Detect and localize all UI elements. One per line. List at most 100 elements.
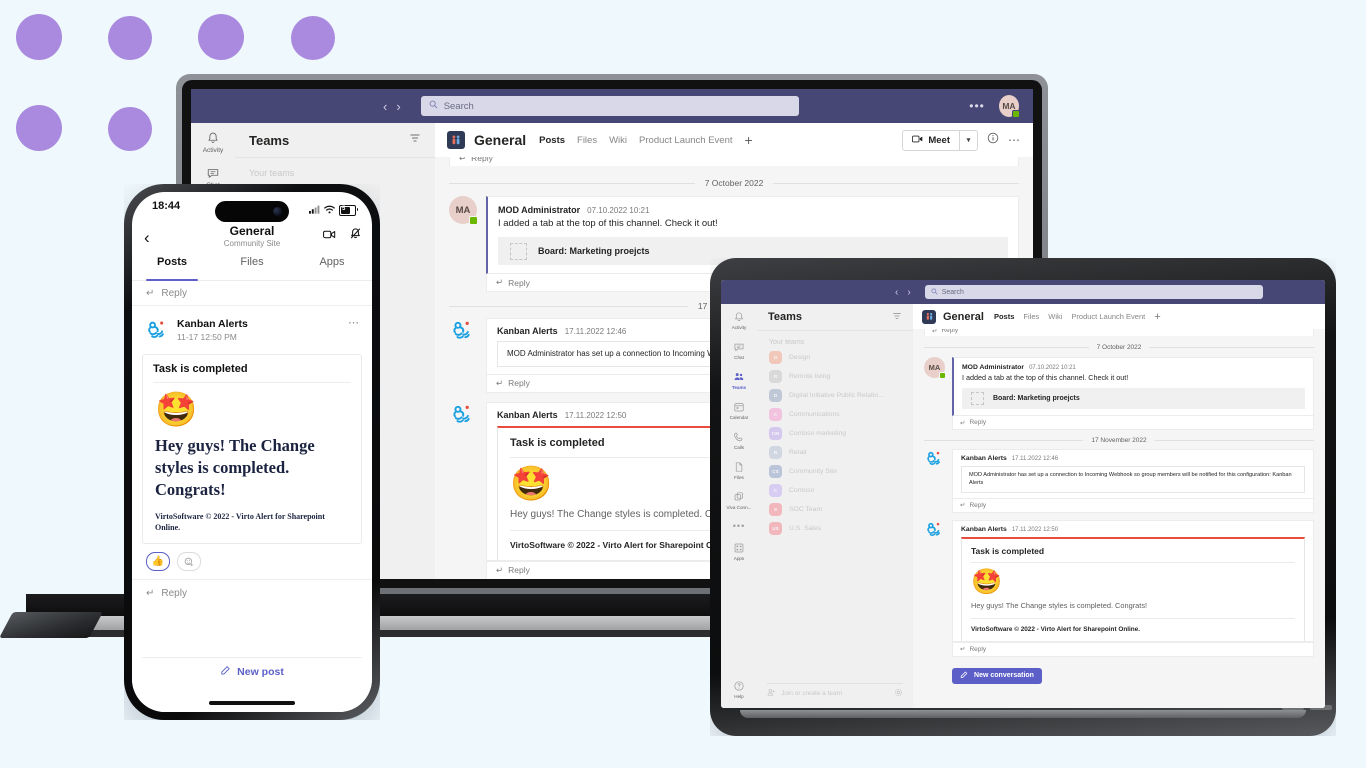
chevron-left-icon[interactable]: ‹ [383,99,387,114]
tab-files[interactable]: Files [577,135,597,146]
join-or-create-team-button[interactable]: Join or create a team [767,683,903,702]
reply-bar[interactable]: ↵ Reply [132,580,372,606]
avatar-initials: MA [928,363,941,372]
tab-wiki[interactable]: Wiki [609,135,627,146]
sidebar-item-activity[interactable]: Activity [203,131,223,154]
tab-posts[interactable]: Posts [132,256,212,281]
reply-bar-partial[interactable]: ↵ Reply [449,157,1019,166]
meet-label: Meet [928,134,950,146]
team-list-item[interactable]: US U.S. Sales [757,519,913,538]
reply-label: Reply [471,157,493,163]
channel-tabs[interactable]: Posts Files Wiki Product Launch Event + [539,132,753,148]
sidebar-item-label: Teams [731,385,747,390]
thumbs-up-icon[interactable]: 👍 [146,552,170,572]
reply-bar-partial[interactable]: ↵ Reply [924,329,1314,336]
gear-icon[interactable] [894,688,903,699]
decorative-dot-1 [16,14,62,60]
info-icon[interactable] [987,131,999,149]
message-feed-tablet[interactable]: ↵ Reply 7 October 2022 MA MOD Administra… [913,329,1325,708]
reply-arrow-icon: ↵ [496,277,504,287]
team-list-item[interactable]: C Communications [757,405,913,424]
tab-files[interactable]: Files [1023,312,1039,321]
alert-body: Hey guys! The Change styles is completed… [971,600,1148,610]
reply-bar[interactable]: ↵ Reply [952,498,1314,513]
nav-arrows[interactable]: ‹ › [895,287,911,298]
more-horizontal-icon[interactable]: ⋯ [1008,133,1021,147]
sidebar-item-teams[interactable]: Teams [732,371,746,390]
team-list-item[interactable]: CS Community Site [757,462,913,481]
avatar[interactable]: MA [998,95,1020,118]
board-attachment[interactable]: Board: Marketing proejcts [962,388,1305,409]
team-list-item[interactable]: R Retail [757,443,913,462]
team-list-item[interactable]: C Contoso [757,481,913,500]
avatar: MA [924,357,946,430]
bell-off-icon[interactable] [349,227,362,245]
tab-product-launch-event[interactable]: Product Launch Event [639,135,732,146]
team-list-item[interactable]: S SOC Team [757,500,913,519]
message-time: 17.11.2022 12:46 [564,327,627,336]
phone-tabs[interactable]: Posts Files Apps [132,256,372,281]
message-author: MOD Administrator [498,205,581,215]
sidebar-item-calls[interactable]: Calls [733,431,745,450]
chevron-right-icon[interactable]: › [396,99,400,114]
tab-posts[interactable]: Posts [994,312,1014,321]
sidebar-item-help[interactable]: Help [733,680,745,699]
sidebar-item-viva-connections[interactable]: Viva Conn... [727,491,751,510]
plus-icon[interactable]: + [745,132,753,148]
help-icon [733,680,745,692]
channel-content-tablet: General Posts Files Wiki Product Launch … [913,304,1325,708]
team-list-item[interactable]: CM Contoso marketing [757,424,913,443]
sidebar-item-activity[interactable]: Activity [732,311,746,330]
new-post-button[interactable]: New post [142,657,362,686]
channel-tabs[interactable]: Posts Files Wiki Product Launch Event + [994,311,1161,323]
sidebar-item-calendar[interactable]: Calendar [730,401,748,420]
reply-bar-top[interactable]: ↵ Reply [132,281,372,306]
reply-bar[interactable]: ↵ Reply [952,416,1314,430]
webhook-info-text: MOD Administrator has set up a connectio… [961,466,1305,493]
phone-nav-actions[interactable] [323,227,362,245]
titlebar-more-button[interactable]: ••• [969,99,985,113]
sidebar-item-chat[interactable]: Chat [733,341,745,360]
team-list-item[interactable]: R Remote living [757,367,913,386]
reply-bar[interactable]: ↵ Reply [952,641,1314,657]
team-avatar: US [769,522,782,535]
reaction-bar[interactable]: 👍 [132,544,372,581]
nav-arrows[interactable]: ‹ › [383,99,401,114]
tab-wiki[interactable]: Wiki [1048,312,1062,321]
tab-files[interactable]: Files [212,256,292,280]
channel-header-actions[interactable]: Meet ▾ ⋯ [902,129,1021,151]
message-author: Kanban Alerts [961,455,1007,462]
team-list-item[interactable]: D Digital Initiative Public Relatio... [757,386,913,405]
star-struck-emoji: 🤩 [155,391,198,429]
meet-button[interactable]: Meet ▾ [902,129,978,151]
team-name: Community Site [789,468,837,475]
add-reaction-icon[interactable] [177,552,201,572]
search-input[interactable]: Search [420,96,800,116]
tab-product-launch-event[interactable]: Product Launch Event [1071,312,1145,321]
plus-icon[interactable]: + [1154,311,1160,323]
tab-apps[interactable]: Apps [292,256,372,280]
chevron-down-icon[interactable]: ▾ [959,130,977,150]
chevron-left-icon[interactable]: ‹ [895,287,898,298]
left-rail-tablet[interactable]: Activity Chat Teams Calendar Calls Files… [721,304,758,708]
team-list[interactable]: D Design R Remote living D Digital Initiative… [757,348,913,538]
reply-arrow-icon: ↵ [960,646,966,654]
filter-icon[interactable] [409,131,421,149]
sidebar-item-apps[interactable]: Apps [733,542,745,561]
video-camera-icon[interactable] [323,227,336,245]
new-conversation-button[interactable]: New conversation [952,667,1042,684]
more-horizontal-icon[interactable]: ⋯ [348,318,360,329]
team-avatar: R [769,446,782,459]
search-input[interactable]: Search [924,285,1263,299]
filter-icon[interactable] [892,308,902,326]
team-list-item[interactable]: D Design [757,348,913,367]
phone-body: ↵ Reply Kanban Alerts 11-17 12:50 PM ⋯ T… [132,281,372,712]
tab-posts[interactable]: Posts [539,135,565,146]
compose-icon [220,665,231,679]
team-name: SOC Team [789,506,823,513]
reply-label: Reply [969,501,987,509]
sidebar-item-more[interactable]: ••• [733,521,745,531]
chevron-right-icon[interactable]: › [907,287,910,298]
sidebar-item-files[interactable]: Files [733,461,745,480]
message-text: I added a tab at the top of this channel… [962,373,1129,382]
